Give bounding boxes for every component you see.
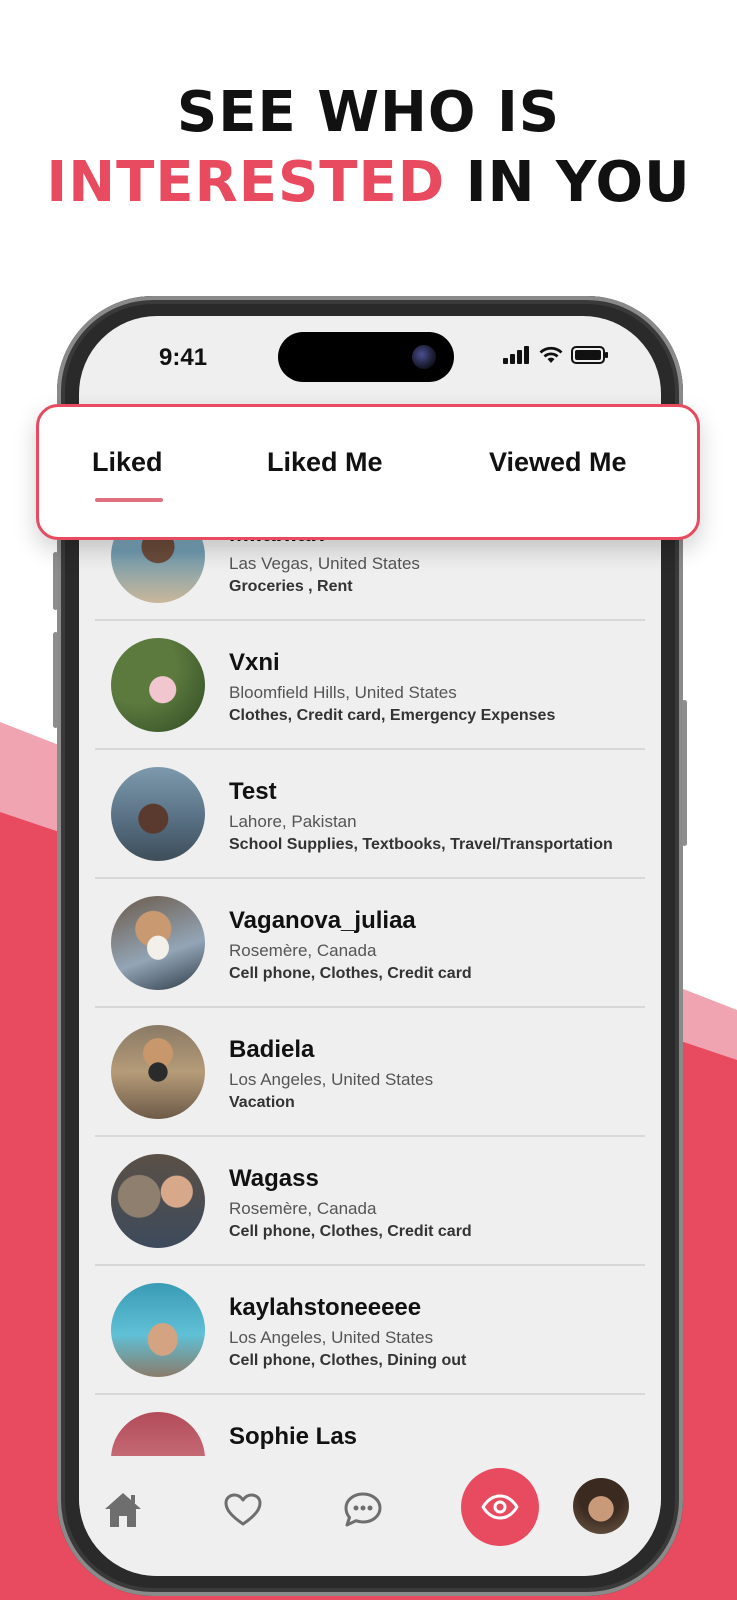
user-location: Los Angeles, United States [229,1328,434,1347]
list-item[interactable]: Vaganova_juliaa Rosemère, Canada Cell ph… [95,879,645,1008]
volume-up-button [53,552,58,610]
nav-messages[interactable] [335,1482,391,1538]
avatar [111,1025,205,1119]
user-name: Sophie Las [229,1423,358,1450]
user-needs: Cell phone, Clothes, Credit card [229,1223,472,1240]
wifi-icon [539,346,563,363]
user-name: Test [229,778,277,805]
chat-icon [344,1492,382,1527]
user-needs: Vacation [229,1094,295,1111]
tabs-card: Liked Liked Me Viewed Me [36,404,700,540]
avatar [111,767,205,861]
power-button [682,700,687,846]
headline-accent: INTERESTED [46,150,446,215]
user-needs: Groceries , Rent [229,578,353,595]
bottom-nav [79,1456,661,1576]
user-location: Bloomfield Hills, United States [229,683,457,702]
headline-line-2: INTERESTED IN YOU [0,148,737,218]
user-name: Vxni [229,649,280,676]
volume-down-button [53,632,58,728]
avatar [111,1283,205,1377]
nav-home[interactable] [95,1482,151,1538]
user-needs: Cell phone, Clothes, Dining out [229,1352,467,1369]
user-location: Los Angeles, United States [229,1070,434,1089]
profile-avatar[interactable] [573,1478,629,1534]
list-item[interactable]: Wagass Rosemère, Canada Cell phone, Clot… [95,1137,645,1266]
avatar [111,1154,205,1248]
list-item[interactable]: Test Lahore, Pakistan School Supplies, T… [95,750,645,879]
nav-viewed[interactable] [461,1468,539,1546]
user-location: Lahore, Pakistan [229,812,357,831]
camera-icon [412,345,436,369]
status-bar: 9:41 [79,316,661,396]
headline: SEE WHO IS INTERESTED IN YOU [0,78,737,218]
user-location: Las Vegas, United States [229,554,420,573]
tab-liked[interactable]: Liked [92,447,163,478]
headline-line-1: SEE WHO IS [176,80,561,145]
battery-icon [571,346,608,364]
avatar [111,638,205,732]
user-name: kaylahstoneeeee [229,1294,422,1321]
user-name: Vaganova_juliaa [229,907,416,934]
user-location: Rosemère, Canada [229,1199,377,1218]
list-item[interactable]: Vxni Bloomfield Hills, United States Clo… [95,621,645,750]
status-time: 9:41 [159,344,208,371]
nav-likes[interactable] [215,1482,271,1538]
list-item[interactable]: kaylahstoneeeee Los Angeles, United Stat… [95,1266,645,1395]
tab-liked-me[interactable]: Liked Me [267,447,383,478]
headline-rest: IN YOU [445,150,691,215]
user-needs: Cell phone, Clothes, Credit card [229,965,472,982]
heart-icon [224,1493,262,1526]
tab-active-indicator [95,498,163,502]
user-needs: Clothes, Credit card, Emergency Expenses [229,707,556,724]
user-name: Wagass [229,1165,319,1192]
user-name: Badiela [229,1036,315,1063]
home-icon [105,1493,141,1527]
liked-list: Milanian Las Vegas, United States Grocer… [79,509,661,1522]
user-location: Rosemère, Canada [229,941,377,960]
status-icons [503,346,609,364]
eye-icon [481,1494,519,1520]
tab-viewed-me[interactable]: Viewed Me [489,447,627,478]
list-item[interactable]: Badiela Los Angeles, United States Vacat… [95,1008,645,1137]
signal-icon [503,346,529,364]
dynamic-island [278,332,454,382]
avatar [111,896,205,990]
user-needs: School Supplies, Textbooks, Travel/Trans… [229,836,613,853]
